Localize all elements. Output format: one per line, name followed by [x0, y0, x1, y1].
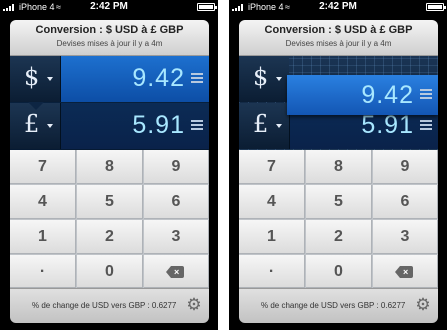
conversion-display: $ 9.42 £ 5.91: [239, 56, 438, 150]
dragged-amount-panel[interactable]: 9.42: [287, 75, 438, 115]
backspace-icon: ×: [395, 266, 413, 278]
conversion-display: $ 9.42 £ 5.91: [10, 56, 209, 150]
key-9[interactable]: 9: [373, 150, 438, 184]
gear-icon[interactable]: ⚙: [185, 296, 203, 314]
reorder-icon[interactable]: [191, 73, 203, 84]
update-subtitle: Devises mises à jour il y a 4m: [285, 39, 392, 48]
key-decimal[interactable]: ·: [239, 255, 305, 288]
chevron-down-icon: [276, 77, 282, 81]
numeric-keypad: 7 8 9 4 5 6 1 2 3 · 0 ×: [239, 150, 438, 288]
app-header: Conversion : $ USD à £ GBP Devises mises…: [10, 20, 209, 56]
currency-symbol: £: [253, 110, 269, 138]
phone-screen-left: iPhone 4 ≈ 2:42 PM Conversion : $ USD à …: [0, 0, 218, 330]
target-amount: 5.91: [361, 111, 414, 139]
numeric-keypad: 7 8 9 4 5 6 1 2 3 · 0 ×: [10, 150, 209, 288]
backspace-icon: ×: [166, 266, 184, 278]
chevron-down-icon: [47, 77, 53, 81]
conversion-title: Conversion : $ USD à £ GBP: [264, 24, 413, 36]
app-header: Conversion : $ USD à £ GBP Devises mises…: [239, 20, 438, 56]
key-0[interactable]: 0: [306, 255, 372, 288]
source-currency-row: $ 9.42: [10, 56, 209, 102]
key-2[interactable]: 2: [77, 220, 143, 254]
status-time: 2:42 PM: [319, 1, 357, 12]
source-currency-button[interactable]: $: [239, 56, 289, 102]
source-amount-field[interactable]: 9.42: [61, 56, 209, 102]
key-6[interactable]: 6: [144, 185, 209, 219]
reorder-icon[interactable]: [191, 120, 203, 131]
key-4[interactable]: 4: [239, 185, 305, 219]
gear-icon[interactable]: ⚙: [414, 296, 432, 314]
key-4[interactable]: 4: [10, 185, 76, 219]
phone-screen-right: iPhone 4 ≈ 2:42 PM Conversion : $ USD à …: [229, 0, 447, 330]
reorder-icon[interactable]: [420, 89, 432, 100]
key-7[interactable]: 7: [10, 150, 76, 184]
key-1[interactable]: 1: [239, 220, 305, 254]
key-7[interactable]: 7: [239, 150, 305, 184]
rate-footer: % de change de USD vers GBP : 0.6277 ⚙: [239, 288, 438, 323]
delete-button[interactable]: ×: [144, 255, 209, 288]
status-bar: iPhone 4 ≈ 2:42 PM: [229, 0, 447, 14]
key-6[interactable]: 6: [373, 185, 438, 219]
update-subtitle: Devises mises à jour il y a 4m: [56, 39, 163, 48]
battery-icon: [197, 3, 217, 11]
currency-symbol: $: [253, 63, 269, 91]
chevron-down-icon: [276, 124, 282, 128]
exchange-rate-text: % de change de USD vers GBP : 0.6277: [32, 301, 177, 310]
key-0[interactable]: 0: [77, 255, 143, 288]
key-3[interactable]: 3: [373, 220, 438, 254]
rate-footer: % de change de USD vers GBP : 0.6277 ⚙: [10, 288, 209, 323]
target-amount: 5.91: [132, 111, 185, 139]
active-row-pointer: [28, 102, 44, 110]
currency-symbol: £: [24, 110, 40, 138]
key-3[interactable]: 3: [144, 220, 209, 254]
target-amount-field[interactable]: 5.91: [61, 103, 209, 149]
status-bar: iPhone 4 ≈ 2:42 PM: [0, 0, 218, 14]
key-8[interactable]: 8: [306, 150, 372, 184]
target-currency-button[interactable]: £: [239, 103, 290, 149]
source-amount: 9.42: [361, 81, 414, 109]
reorder-icon[interactable]: [420, 120, 432, 131]
currency-symbol: $: [24, 63, 40, 91]
status-time: 2:42 PM: [90, 1, 128, 12]
screenshot-pair: iPhone 4 ≈ 2:42 PM Conversion : $ USD à …: [0, 0, 448, 330]
source-currency-button[interactable]: $: [10, 56, 61, 102]
key-5[interactable]: 5: [77, 185, 143, 219]
source-amount: 9.42: [132, 64, 185, 92]
chevron-down-icon: [47, 124, 53, 128]
delete-button[interactable]: ×: [373, 255, 438, 288]
exchange-rate-text: % de change de USD vers GBP : 0.6277: [261, 301, 406, 310]
key-1[interactable]: 1: [10, 220, 76, 254]
key-2[interactable]: 2: [306, 220, 372, 254]
key-5[interactable]: 5: [306, 185, 372, 219]
key-8[interactable]: 8: [77, 150, 143, 184]
conversion-title: Conversion : $ USD à £ GBP: [35, 24, 184, 36]
battery-icon: [426, 3, 446, 11]
key-9[interactable]: 9: [144, 150, 209, 184]
key-decimal[interactable]: ·: [10, 255, 76, 288]
